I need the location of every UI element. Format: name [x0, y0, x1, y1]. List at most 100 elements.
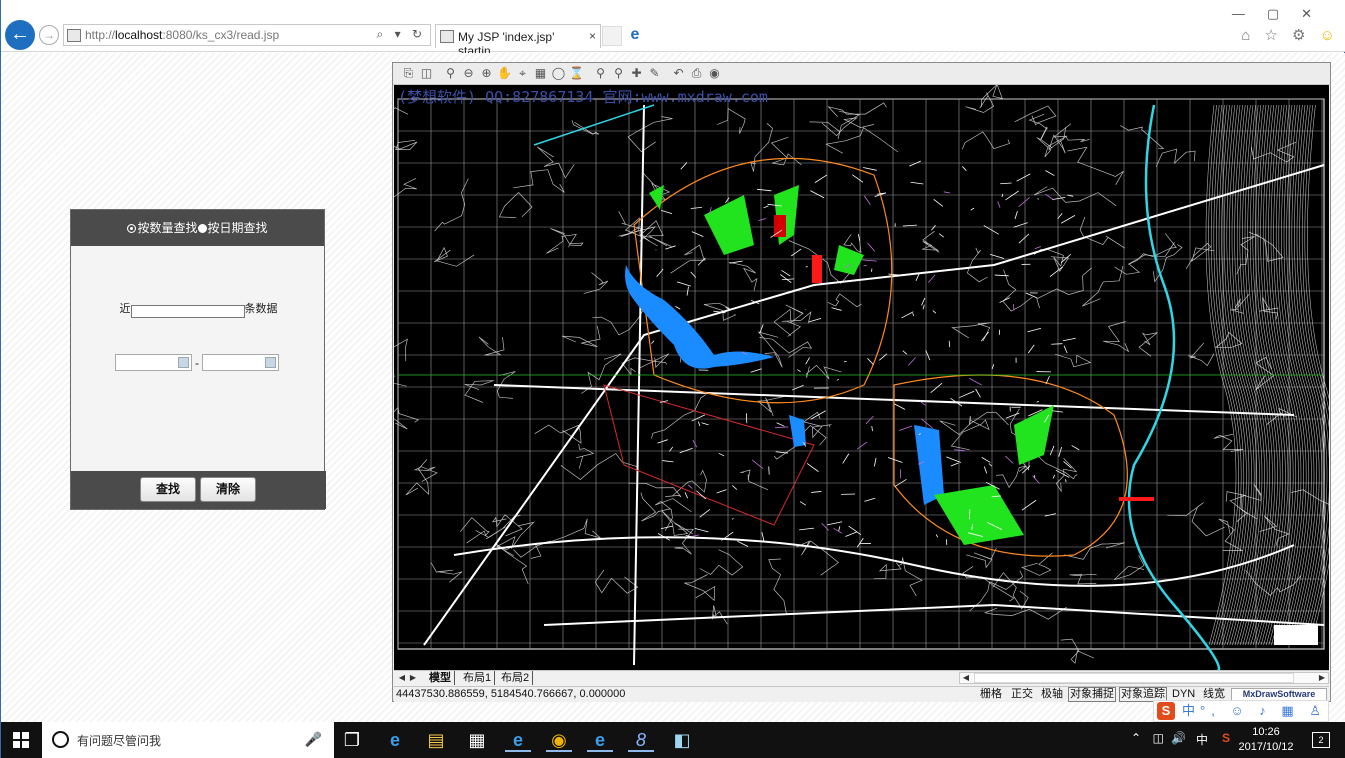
urban-detail — [948, 340, 951, 348]
dim-icon[interactable]: ⌛ — [569, 66, 584, 81]
layout-tabs-bar: ◀ ▶ 模型 布局1 布局2 ◀ ▶ — [394, 670, 1329, 685]
layer-icon[interactable]: ◫ — [419, 66, 434, 81]
status-object-snap[interactable]: 对象捕捉 — [1068, 687, 1116, 702]
address-url[interactable]: http://localhost:8080/ks_cx3/read.jsp — [85, 28, 279, 42]
count-input[interactable] — [130, 305, 245, 318]
windows-start-icon[interactable] — [13, 732, 29, 748]
tab-nav-prev-icon[interactable]: ◀ — [397, 672, 407, 684]
tab-active[interactable]: My JSP 'index.jsp' startin... × — [435, 24, 601, 58]
status-ortho[interactable]: 正交 — [1011, 687, 1033, 702]
calendar-icon[interactable] — [265, 357, 276, 368]
undo-icon[interactable]: ↶ — [671, 66, 686, 81]
date-separator: - — [195, 355, 199, 370]
tab-layout1[interactable]: 布局1 — [460, 671, 496, 685]
cad-map-drawing — [394, 85, 1329, 671]
tray-expand-icon[interactable]: ⌃ — [1131, 731, 1141, 745]
sogou-logo-icon[interactable]: S — [1157, 702, 1175, 720]
network-icon[interactable]: ◫ — [1153, 731, 1164, 745]
radio-by-count[interactable] — [127, 224, 137, 233]
date-to-field[interactable] — [202, 354, 279, 371]
browser-toolbar-right: ⌂ ☆ ⚙ ☺ — [1241, 26, 1340, 44]
red-patch — [1119, 497, 1154, 501]
scale-legend — [1274, 625, 1318, 645]
form-header: 按数量查找 按日期查找 — [71, 210, 324, 246]
task-view-icon[interactable]: ❐ — [339, 728, 365, 752]
address-bar[interactable]: http://localhost:8080/ks_cx3/read.jsp ⌕ … — [63, 24, 431, 46]
system-clock[interactable]: 10:26 2017/10/12 — [1236, 725, 1296, 755]
zoom-out-icon[interactable]: ⊖ — [461, 66, 476, 81]
page-favicon-icon — [67, 29, 81, 42]
tab-model[interactable]: 模型 — [426, 671, 455, 685]
open-file-icon[interactable]: ⎘ — [401, 66, 416, 81]
radio-by-count-label[interactable]: 按数量查找 — [137, 221, 197, 235]
date-from-field[interactable] — [115, 354, 192, 371]
taskbar-search-placeholder: 有问题尽管问我 — [77, 734, 162, 748]
search-button[interactable]: 查找 — [140, 477, 196, 502]
cortana-icon — [52, 731, 69, 748]
move-icon[interactable]: ✚ — [629, 66, 644, 81]
store-icon[interactable]: ▦ — [464, 728, 490, 752]
taskbar-search-box[interactable]: 有问题尽管问我 🎤 — [42, 722, 334, 758]
ime-lang-indicator[interactable]: 中 — [1196, 731, 1208, 748]
action-center-icon[interactable]: 2 — [1312, 732, 1330, 748]
status-grid[interactable]: 栅格 — [980, 687, 1002, 702]
urban-detail — [768, 466, 770, 475]
favorites-star-icon[interactable]: ☆ — [1264, 27, 1282, 44]
zoom-extents-icon[interactable]: ⌖ — [515, 66, 530, 81]
clear-button[interactable]: 清除 — [200, 477, 256, 502]
calendar-icon[interactable] — [178, 357, 189, 368]
clock-time: 10:26 — [1252, 726, 1280, 738]
print-icon[interactable]: ⎙ — [689, 66, 704, 81]
radio-by-date[interactable] — [197, 224, 207, 233]
tab-layout2[interactable]: 布局2 — [498, 671, 534, 685]
sogou-tray-icon[interactable]: S — [1222, 731, 1230, 745]
file-explorer-icon[interactable]: ▤ — [423, 728, 449, 752]
zoom-in-icon[interactable]: ⊕ — [479, 66, 494, 81]
clock-date: 2017/10/12 — [1238, 741, 1294, 753]
edge-browser-icon[interactable]: e — [382, 728, 408, 752]
ime-mode-toggle[interactable]: 中 — [1182, 701, 1195, 721]
status-polar[interactable]: 极轴 — [1041, 687, 1063, 702]
light-bulb-icon[interactable]: ◯ — [551, 66, 566, 81]
tab-favicon-icon — [440, 30, 454, 43]
scroll-left-icon[interactable]: ◀ — [960, 673, 972, 683]
volume-icon[interactable]: 🔊 — [1171, 731, 1186, 745]
chrome-browser-icon[interactable]: ◉ — [546, 728, 572, 752]
measure-icon[interactable]: ▦ — [533, 66, 548, 81]
microphone-icon[interactable]: 🎤 — [305, 731, 322, 748]
zoom-window-icon[interactable]: ⚲ — [443, 66, 458, 81]
tab-close-icon[interactable]: × — [589, 29, 596, 43]
radio-by-date-label[interactable]: 按日期查找 — [208, 221, 268, 235]
pen-icon[interactable]: ✎ — [647, 66, 662, 81]
tab-nav-next-icon[interactable]: ▶ — [408, 672, 418, 684]
forward-button[interactable]: → — [39, 25, 59, 45]
new-tab-button[interactable] — [602, 26, 622, 46]
scroll-right-icon[interactable]: ▶ — [1316, 673, 1328, 683]
feedback-smiley-icon[interactable]: ☺ — [1320, 27, 1340, 44]
ie-browser-icon-2[interactable]: e — [587, 728, 613, 752]
taskbar: 有问题尽管问我 🎤 ❐ e ▤ ▦ e ◉ e 8 ◧ ⌃ ◫ 🔊 中 S 10… — [1, 722, 1345, 758]
address-tools-icon[interactable]: ⌕ ▾ ↻ — [377, 27, 426, 42]
back-button[interactable]: ← — [5, 20, 35, 50]
scroll-thumb[interactable] — [974, 673, 1294, 683]
home-icon[interactable]: ⌂ — [1241, 27, 1255, 44]
settings-gear-icon[interactable]: ⚙ — [1292, 27, 1310, 44]
pan-icon[interactable]: ✋ — [497, 66, 512, 81]
ie-tab-icon[interactable]: e — [625, 26, 645, 46]
browser-window: ← → http://localhost:8080/ks_cx3/read.js… — [0, 0, 1345, 758]
horizontal-scrollbar[interactable]: ◀ ▶ — [959, 672, 1329, 684]
zoom-previous-icon[interactable]: ⚲ — [593, 66, 608, 81]
render-icon[interactable]: ◉ — [707, 66, 722, 81]
eclipse-app-icon[interactable]: 8 — [628, 728, 654, 752]
zoom-realtime-icon[interactable]: ⚲ — [611, 66, 626, 81]
cad-drawing-canvas[interactable]: (梦想软件) QQ:827867134 官网:www.mxdraw.com — [394, 85, 1329, 671]
cad-watermark: (梦想软件) QQ:827867134 官网:www.mxdraw.com — [398, 88, 768, 106]
browser-chrome: ← → http://localhost:8080/ks_cx3/read.js… — [1, 0, 1345, 58]
cursor-coordinates: 44437530.886559, 5184540.766667, 0.00000… — [396, 688, 626, 700]
count-prefix-label: 近 — [119, 302, 131, 315]
window-controls[interactable]: —▢✕ — [1232, 6, 1334, 22]
cad-viewer: ⎘ ◫ ⚲ ⊖ ⊕ ✋ ⌖ ▦ ◯ ⌛ ⚲ ⚲ ✚ ✎ ↶ ⎙ ◉ (梦想软件)… — [392, 62, 1331, 702]
ie-browser-icon[interactable]: e — [505, 728, 531, 752]
query-form: 按数量查找 按日期查找 近 条数据 - 查找 清除 — [70, 209, 326, 510]
notepad-app-icon[interactable]: ◧ — [669, 728, 695, 752]
